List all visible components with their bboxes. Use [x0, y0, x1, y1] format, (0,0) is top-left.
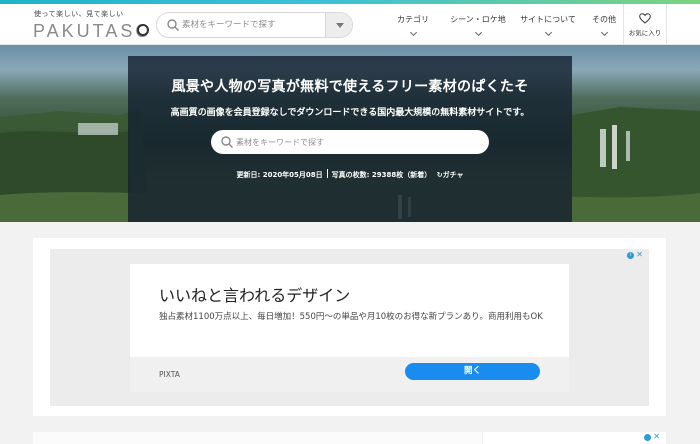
header-search-input[interactable] [182, 13, 322, 37]
site-header: 使って楽しい、見て楽しい PAKUTASO カテゴリ シーン・ロケ地 サイトにつ… [0, 4, 700, 45]
logo-circle-icon [137, 24, 149, 36]
ad-card-secondary[interactable] [33, 432, 483, 444]
info-icon [644, 433, 652, 441]
close-icon[interactable]: ✕ [653, 433, 660, 441]
ad-brand: PIXTA [159, 370, 180, 379]
heart-icon [639, 12, 651, 24]
hero-meta: 更新日: 2020年05月08日 写真の枚数: 29388枚（新着） ↻ガチャ [128, 169, 572, 180]
nav-item-scene[interactable]: シーン・ロケ地 [443, 4, 513, 45]
nav-item-label: サイトについて [520, 15, 576, 24]
hero-search [211, 130, 489, 154]
divider [326, 169, 328, 178]
main-nav: カテゴリ シーン・ロケ地 サイトについて その他 [383, 4, 625, 45]
header-search [156, 12, 353, 38]
ad-open-button[interactable]: 開く [405, 363, 540, 380]
nav-item-category[interactable]: カテゴリ [383, 4, 443, 45]
chevron-down-icon [600, 28, 608, 37]
nav-item-label: カテゴリ [397, 15, 429, 24]
site-logo[interactable]: 使って楽しい、見て楽しい PAKUTASO [33, 9, 149, 43]
ad-container: i ✕ いいねと言われるデザイン 独占素材1100万点以上、毎日増加！550円〜… [50, 249, 649, 406]
search-icon [221, 136, 233, 148]
chevron-down-icon [544, 28, 552, 37]
favorites-button[interactable]: お気に入り [623, 4, 667, 45]
chevron-down-icon [474, 28, 482, 37]
ad-description: 独占素材1100万点以上、毎日増加！550円〜の単品や月10枚のお得な新プランあ… [159, 312, 543, 322]
gacha-link[interactable]: ↻ガチャ [437, 171, 464, 179]
adchoices-badge[interactable]: ✕ [644, 433, 660, 441]
ad-title: いいねと言われるデザイン [159, 286, 351, 305]
chevron-down-icon [336, 23, 344, 28]
logo-wordmark: PAKUTASO [33, 21, 153, 41]
gacha-label: ガチャ [442, 171, 464, 179]
hero-search-input[interactable] [236, 130, 476, 154]
ad-section: i ✕ いいねと言われるデザイン 独占素材1100万点以上、毎日増加！550円〜… [33, 238, 666, 416]
search-icon [167, 19, 179, 31]
nav-item-other[interactable]: その他 [583, 4, 625, 45]
hero-title: 風景や人物の写真が無料で使えるフリー素材のぱくたそ [171, 79, 529, 95]
ad-section-secondary: ✕ [33, 432, 666, 444]
nav-item-label: シーン・ロケ地 [450, 15, 506, 24]
photo-count-link[interactable]: 写真の枚数: 29388枚（新着） [332, 171, 432, 179]
logo-tagline: 使って楽しい、見て楽しい [34, 10, 124, 18]
search-dropdown-button[interactable] [325, 13, 352, 37]
nav-item-label: その他 [592, 15, 616, 24]
nav-item-about[interactable]: サイトについて [513, 4, 583, 45]
chevron-down-icon [409, 28, 417, 37]
updated-date: 更新日: 2020年05月08日 [236, 171, 323, 179]
adchoices-badge[interactable]: i ✕ [627, 251, 643, 259]
ad-card[interactable]: いいねと言われるデザイン 独占素材1100万点以上、毎日増加！550円〜の単品や… [130, 264, 569, 392]
hero-banner: 風景や人物の写真が無料で使えるフリー素材のぱくたそ 高画質の画像を会員登録なしで… [0, 45, 700, 222]
hero-subtitle: 高画質の画像を会員登録なしでダウンロードできる国内最大規模の無料素材サイトです。 [170, 108, 530, 118]
info-icon: i [627, 251, 635, 259]
favorites-label: お気に入り [628, 28, 662, 37]
ad-footer: PIXTA 開く [130, 357, 569, 392]
close-icon[interactable]: ✕ [636, 251, 643, 259]
hero-overlay: 風景や人物の写真が無料で使えるフリー素材のぱくたそ 高画質の画像を会員登録なしで… [128, 56, 572, 222]
